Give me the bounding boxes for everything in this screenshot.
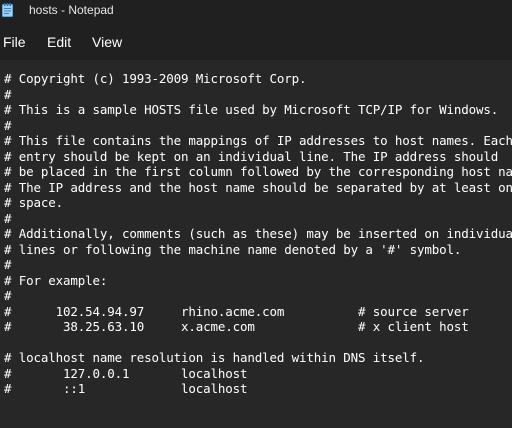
text-editor[interactable]: # Copyright (c) 1993-2009 Microsoft Corp…	[0, 60, 512, 428]
menu-bar: File Edit View	[0, 22, 512, 60]
window-title: hosts - Notepad	[29, 3, 114, 17]
editor-content[interactable]: # Copyright (c) 1993-2009 Microsoft Corp…	[4, 71, 512, 397]
menu-edit[interactable]: Edit	[47, 34, 71, 50]
title-bar: hosts - Notepad	[0, 0, 512, 22]
menu-file[interactable]: File	[3, 34, 26, 50]
menu-view[interactable]: View	[92, 34, 122, 50]
notepad-icon	[2, 3, 13, 17]
